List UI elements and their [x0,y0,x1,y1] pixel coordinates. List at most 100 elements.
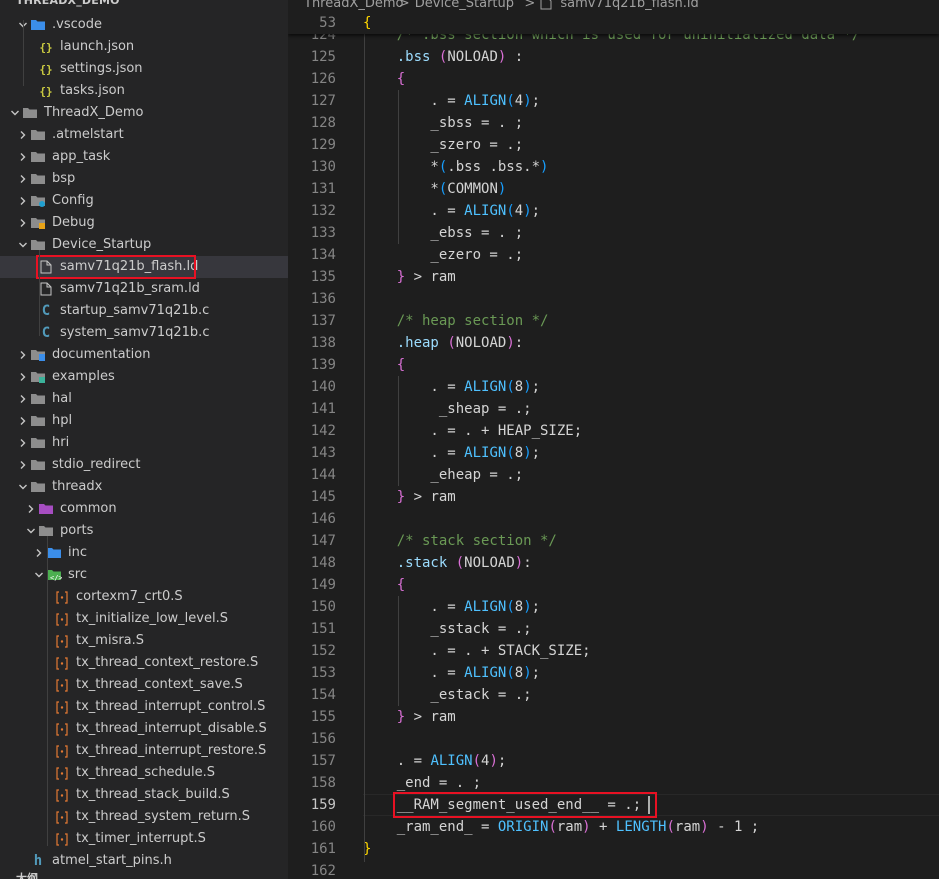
chevron-right-icon[interactable] [32,542,46,564]
tree-folder-row[interactable]: .vscode [0,14,288,36]
code-line[interactable]: _szero = .; [363,134,523,156]
chevron-right-icon[interactable] [16,124,30,146]
tree-file-row[interactable]: tx_thread_context_save.S [0,674,288,696]
code-line[interactable]: _ebss = . ; [363,222,523,244]
code-editor[interactable]: 53 { 124 /* .bss section which is used f… [288,12,939,879]
breadcrumb-item[interactable]: samv71q21b_flash.ld [560,0,698,11]
chevron-right-icon[interactable] [16,432,30,454]
chevron-down-icon[interactable] [16,476,30,498]
tree-file-row[interactable]: tx_thread_interrupt_control.S [0,696,288,718]
code-line[interactable]: { [363,68,405,90]
tree-file-row[interactable]: tx_thread_schedule.S [0,762,288,784]
tree-file-row[interactable]: cortexm7_crt0.S [0,586,288,608]
tree-file-row[interactable]: tx_thread_context_restore.S [0,652,288,674]
breadcrumb-item[interactable]: ThreadX_Demo [304,0,404,11]
code-line[interactable]: . = . + HEAP_SIZE; [363,420,582,442]
code-line[interactable]: _sstack = .; [363,618,531,640]
code-line[interactable]: _sheap = .; [363,398,532,420]
tree-folder-row[interactable]: Config [0,190,288,212]
tree-folder-row[interactable]: </> src [0,564,288,586]
code-line[interactable]: .bss (NOLOAD) : [363,46,523,68]
sticky-scroll-header[interactable]: 53 { [288,12,939,34]
tree-file-row[interactable]: Csystem_samv71q21b.c [0,322,288,344]
tree-item-label: .vscode [52,17,102,32]
code-line[interactable]: } > ram [363,706,456,728]
code-line[interactable]: _eheap = .; [363,464,523,486]
chevron-down-icon[interactable] [24,520,38,542]
tree-folder-row[interactable]: hpl [0,410,288,432]
code-line[interactable]: . = ALIGN(4); [363,90,540,112]
tree-folder-row[interactable]: common [0,498,288,520]
tree-file-row[interactable]: h atmel_start_pins.h [0,850,288,872]
code-line[interactable]: . = ALIGN(4); [363,200,540,222]
tree-folder-row[interactable]: .atmelstart [0,124,288,146]
code-line[interactable]: _ezero = .; [363,244,523,266]
code-line[interactable]: .heap (NOLOAD): [363,332,523,354]
tree-file-row[interactable]: tx_timer_interrupt.S [0,828,288,850]
tree-folder-row[interactable]: stdio_redirect [0,454,288,476]
tree-folder-row[interactable]: ports [0,520,288,542]
tree-file-row[interactable]: samv71q21b_flash.ld [0,256,288,278]
code-line[interactable]: . = ALIGN(8); [363,596,540,618]
code-line[interactable]: _sbss = . ; [363,112,523,134]
tree-file-row[interactable]: samv71q21b_sram.ld [0,278,288,300]
tree-file-row[interactable]: tx_thread_interrupt_disable.S [0,718,288,740]
code-line[interactable]: __RAM_segment_used_end__ = .; [363,794,641,816]
chevron-down-icon[interactable] [32,564,46,586]
code-line[interactable]: _estack = .; [363,684,531,706]
code-line[interactable]: _end = . ; [363,772,481,794]
code-line[interactable]: { [363,574,405,596]
tree-folder-row[interactable]: Device_Startup [0,234,288,256]
tree-folder-row[interactable]: ThreadX_Demo [0,102,288,124]
code-line[interactable]: . = ALIGN(8); [363,442,540,464]
code-token: __RAM_segment_used_end__ = .; [363,797,642,813]
code-line[interactable]: { [363,354,405,376]
chevron-right-icon[interactable] [16,388,30,410]
chevron-right-icon[interactable] [16,190,30,212]
chevron-right-icon[interactable] [16,366,30,388]
tree-folder-row[interactable]: inc [0,542,288,564]
code-line[interactable]: . = ALIGN(4); [363,750,507,772]
tree-folder-row[interactable]: Debug [0,212,288,234]
tree-file-row[interactable]: tx_initialize_low_level.S [0,608,288,630]
tree-folder-row[interactable]: hri [0,432,288,454]
chevron-right-icon[interactable] [16,146,30,168]
tree-file-row[interactable]: tx_misra.S [0,630,288,652]
tree-file-row[interactable]: Cstartup_samv71q21b.c [0,300,288,322]
code-line[interactable]: .stack (NOLOAD): [363,552,532,574]
chevron-right-icon[interactable] [24,498,38,520]
chevron-right-icon[interactable] [16,344,30,366]
code-line[interactable]: *(COMMON) [363,178,506,200]
tree-folder-row[interactable]: documentation [0,344,288,366]
chevron-right-icon[interactable] [16,212,30,234]
code-line[interactable]: *(.bss .bss.*) [363,156,548,178]
tree-folder-row[interactable]: examples [0,366,288,388]
breadcrumb-item[interactable]: Device_Startup [415,0,514,11]
code-line[interactable]: . = ALIGN(8); [363,662,540,684]
chevron-right-icon[interactable] [16,410,30,432]
chevron-down-icon[interactable] [8,102,22,124]
code-line[interactable]: _ram_end_ = ORIGIN(ram) + LENGTH(ram) - … [363,816,760,838]
code-line[interactable]: } > ram [363,266,456,288]
tree-file-row[interactable]: {} launch.json [0,36,288,58]
tree-folder-row[interactable]: threadx [0,476,288,498]
tree-folder-row[interactable]: hal [0,388,288,410]
tree-file-row[interactable]: {} tasks.json [0,80,288,102]
tree-file-row[interactable]: tx_thread_stack_build.S [0,784,288,806]
chevron-down-icon[interactable] [16,234,30,256]
explorer-sidebar: THREADX_DEMO .vscode {} launch.json {} setti… [0,0,288,879]
tree-item-label: stdio_redirect [52,457,141,472]
tree-file-row[interactable]: {} settings.json [0,58,288,80]
tree-folder-row[interactable]: bsp [0,168,288,190]
chevron-right-icon[interactable] [16,454,30,476]
tree-file-row[interactable]: tx_thread_system_return.S [0,806,288,828]
tree-folder-row[interactable]: app_task [0,146,288,168]
code-line[interactable]: } > ram [363,486,456,508]
tree-file-row[interactable]: tx_thread_interrupt_restore.S [0,740,288,762]
code-token: : [523,555,532,571]
code-line[interactable]: /* stack section */ [363,530,557,552]
code-line[interactable]: /* heap section */ [363,310,549,332]
chevron-right-icon[interactable] [16,168,30,190]
outline-section-header[interactable]: 大纲 [16,870,38,879]
code-line[interactable]: . = ALIGN(8); [363,376,540,398]
